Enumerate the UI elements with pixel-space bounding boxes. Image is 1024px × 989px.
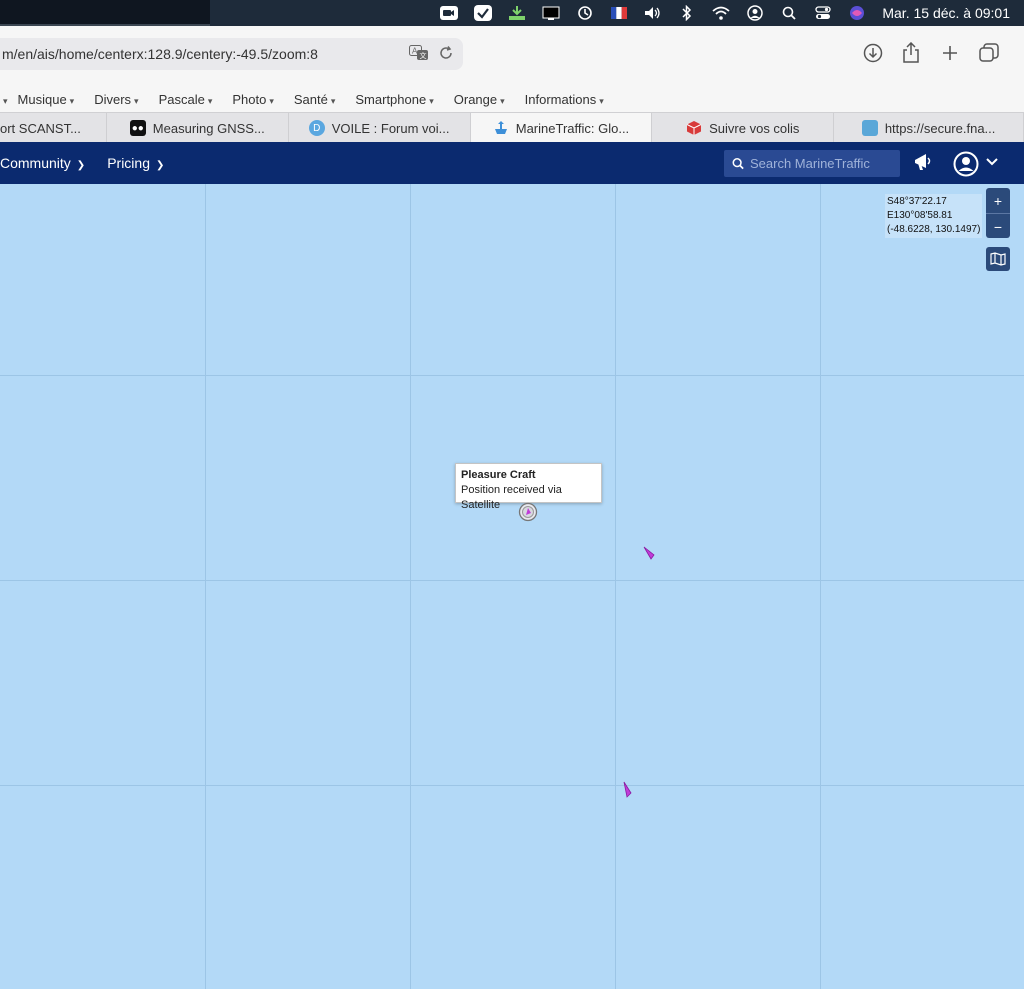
tab-label: VOILE : Forum voi... (331, 120, 450, 136)
browser-tab[interactable]: ort SCANST... (0, 113, 107, 143)
chevron-down-icon: ▾ (330, 95, 336, 106)
bluetooth-icon[interactable] (676, 4, 698, 22)
chevron-down-icon[interactable] (986, 157, 998, 167)
bookmarks-bar: ▾ Musique ▾ Divers ▾ Pascale ▾ Photo ▾ Santé… (0, 86, 1024, 112)
map-icon (990, 252, 1006, 266)
zoom-out-button[interactable]: − (986, 214, 1010, 239)
share-icon[interactable] (898, 40, 924, 66)
map-canvas[interactable]: S48°37'22.17 E130°08'58.81 (-48.6228, 13… (0, 184, 1024, 989)
tab-label: https://secure.fna... (884, 120, 996, 136)
coord-decimal: (-48.6228, 130.1497) (887, 224, 981, 235)
chevron-down-icon: ▾ (599, 95, 604, 106)
bookmark-folder[interactable]: Pascale ▾ (159, 92, 213, 107)
time-machine-icon[interactable] (574, 4, 596, 22)
bookmark-folder[interactable]: Orange ▾ (454, 92, 505, 107)
map-grid-line (205, 184, 206, 989)
nav-pricing[interactable]: Pricing ❯ (107, 155, 164, 171)
vessel-marker[interactable] (641, 545, 657, 566)
forum-icon: D (308, 120, 325, 136)
marinetraffic-navbar: Community ❯ Pricing ❯ (0, 142, 1024, 184)
video-icon[interactable] (438, 4, 460, 22)
chevron-down-icon: ▾ (500, 95, 505, 106)
new-tab-icon[interactable] (937, 40, 963, 66)
chevron-down-icon: ▾ (429, 95, 434, 106)
account-icon[interactable] (953, 151, 979, 177)
search-icon[interactable] (778, 4, 800, 22)
screen: Mar. 15 déc. à 09:01 m/en/ais/home/cente… (0, 0, 1024, 989)
tab-label: ort SCANST... (0, 120, 81, 136)
map-grid-line (0, 375, 1024, 376)
bookmark-folder[interactable]: Informations ▾ (525, 92, 604, 107)
downloads-icon[interactable] (860, 40, 886, 66)
download-icon[interactable] (506, 4, 528, 22)
menu-bar-clock[interactable]: Mar. 15 déc. à 09:01 (882, 5, 1010, 21)
chevron-down-icon: ▾ (69, 95, 75, 106)
vessel-tooltip: Pleasure Craft Position received via Sat… (455, 463, 602, 511)
reload-icon[interactable] (439, 45, 453, 63)
tab-label: Suivre vos colis (709, 120, 800, 136)
tab-bar: ort SCANST... ●● Measuring GNSS... D VOI… (0, 112, 1024, 143)
volume-icon[interactable] (642, 4, 664, 22)
chevron-down-icon: ▾ (269, 95, 274, 106)
selected-vessel-marker[interactable] (518, 502, 538, 527)
tooltip-vessel-type: Pleasure Craft (461, 469, 536, 481)
cursor-coordinates: S48°37'22.17 E130°08'58.81 (-48.6228, 13… (885, 194, 983, 238)
chevron-down-icon: ❯ (155, 160, 165, 171)
tab-label: Measuring GNSS... (152, 120, 265, 136)
medium-icon: ●● (129, 120, 146, 136)
coord-longitude: E130°08'58.81 (887, 210, 953, 221)
map-grid-line (0, 580, 1024, 581)
search-box[interactable] (724, 150, 900, 177)
marinetraffic-icon (493, 120, 509, 136)
vessel-marker[interactable] (620, 781, 634, 804)
bookmark-folder[interactable]: Photo ▾ (232, 92, 274, 107)
zoom-control: + − (986, 188, 1010, 238)
address-bar[interactable]: m/en/ais/home/centerx:128.9/centery:-49.… (0, 38, 463, 70)
megaphone-icon[interactable] (913, 151, 933, 173)
flag-fr-icon[interactable] (608, 4, 630, 22)
browser-tab[interactable]: D VOILE : Forum voi... (289, 113, 471, 143)
control-center-icon[interactable] (812, 4, 834, 22)
zoom-in-button[interactable]: + (986, 188, 1010, 213)
display-icon[interactable] (540, 4, 562, 22)
siri-icon[interactable] (846, 4, 868, 22)
package-icon (686, 120, 702, 136)
map-grid-line (615, 184, 616, 989)
tab-overview-icon[interactable] (976, 40, 1002, 66)
browser-tab-active[interactable]: MarineTraffic: Glo... (470, 113, 653, 143)
browser-tab[interactable]: Suivre vos colis (652, 113, 835, 143)
bookmark-folder[interactable]: Santé ▾ (294, 92, 336, 107)
user-icon[interactable] (744, 4, 766, 22)
bookmark-folder[interactable]: Divers ▾ (94, 92, 138, 107)
chevron-down-icon: ❯ (76, 160, 86, 171)
bookmark-chevron-icon[interactable]: ▾ (0, 92, 8, 107)
browser-chrome: m/en/ais/home/centerx:128.9/centery:-49.… (0, 26, 1024, 143)
browser-tab[interactable]: https://secure.fna... (834, 113, 1024, 143)
menu-bar-left-area (0, 0, 210, 26)
macos-menu-bar: Mar. 15 déc. à 09:01 (0, 0, 1024, 26)
bookmark-folder[interactable]: Smartphone ▾ (355, 92, 433, 107)
bookmark-folder[interactable]: Musique ▾ (18, 92, 75, 107)
tab-label: MarineTraffic: Glo... (515, 120, 630, 136)
chevron-down-icon: ▾ (207, 95, 213, 106)
check-icon[interactable] (472, 4, 494, 22)
map-layers-button[interactable] (986, 247, 1010, 271)
browser-tab[interactable]: ●● Measuring GNSS... (107, 113, 289, 143)
map-grid-line (410, 184, 411, 989)
map-grid-line (820, 184, 821, 989)
search-input[interactable] (750, 156, 900, 171)
search-icon (732, 158, 744, 170)
nav-community[interactable]: Community ❯ (0, 155, 85, 171)
wifi-icon[interactable] (710, 4, 732, 22)
address-url[interactable]: m/en/ais/home/centerx:128.9/centery:-49.… (0, 46, 409, 62)
svg-text:文: 文 (420, 51, 427, 60)
translate-icon[interactable]: A文 (409, 44, 429, 64)
chevron-down-icon: ▾ (134, 95, 139, 106)
coord-latitude: S48°37'22.17 (887, 196, 947, 207)
map-grid-line (0, 785, 1024, 786)
fnac-icon (861, 120, 878, 136)
